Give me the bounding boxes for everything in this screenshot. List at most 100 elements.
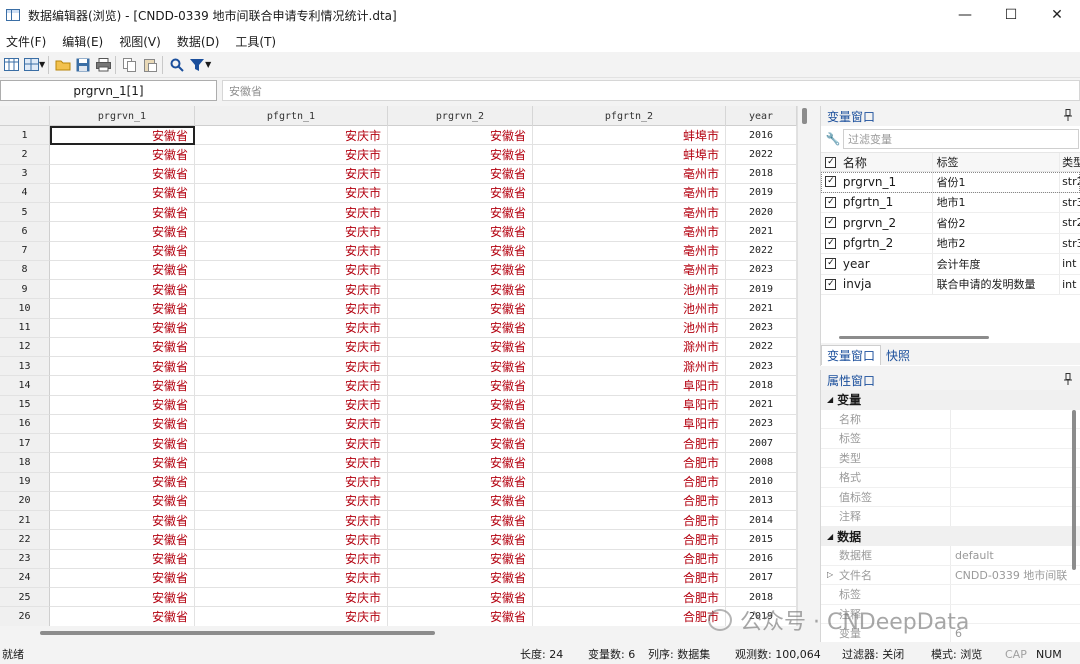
variables-horizontal-scrollbar[interactable] xyxy=(839,336,989,339)
column-header-pfgrtn_1[interactable]: pfgrtn_1 xyxy=(195,106,388,126)
row-number[interactable]: 10 xyxy=(0,299,50,319)
data-cell[interactable]: 亳州市 xyxy=(533,260,726,280)
data-cell[interactable]: 安徽省 xyxy=(388,549,533,569)
data-cell[interactable]: 安徽省 xyxy=(388,318,533,338)
data-cell[interactable]: 阜阳市 xyxy=(533,395,726,415)
data-cell[interactable]: 安徽省 xyxy=(50,472,195,492)
chevron-down-icon[interactable]: ▼ xyxy=(39,60,45,69)
data-cell[interactable]: 安庆市 xyxy=(195,568,388,588)
data-cell[interactable]: 安庆市 xyxy=(195,511,388,531)
row-number[interactable]: 21 xyxy=(0,511,50,531)
data-cell[interactable]: 2019 xyxy=(726,280,797,300)
pin-icon[interactable] xyxy=(1064,373,1072,388)
data-cell[interactable]: 安庆市 xyxy=(195,607,388,626)
data-cell[interactable]: 安庆市 xyxy=(195,126,388,146)
row-number[interactable]: 20 xyxy=(0,491,50,511)
data-cell[interactable]: 2020 xyxy=(726,203,797,223)
data-cell[interactable]: 安庆市 xyxy=(195,260,388,280)
data-cell[interactable]: 安庆市 xyxy=(195,145,388,165)
data-cell[interactable]: 安庆市 xyxy=(195,472,388,492)
data-cell[interactable]: 2022 xyxy=(726,337,797,357)
data-cell[interactable]: 安庆市 xyxy=(195,164,388,184)
row-number[interactable]: 13 xyxy=(0,357,50,377)
data-cell[interactable]: 安徽省 xyxy=(388,588,533,608)
data-cell[interactable]: 蚌埠市 xyxy=(533,126,726,146)
column-header-pfgrtn_2[interactable]: pfgrtn_2 xyxy=(533,106,726,126)
data-cell[interactable]: 安徽省 xyxy=(50,260,195,280)
data-cell[interactable]: 安徽省 xyxy=(50,183,195,203)
properties-scrollbar[interactable] xyxy=(1072,410,1076,570)
menu-view[interactable]: 视图(V) xyxy=(119,33,161,50)
property-row[interactable]: 标签 xyxy=(821,585,1080,605)
table-icon[interactable] xyxy=(2,56,20,74)
data-cell[interactable]: 安庆市 xyxy=(195,357,388,377)
tab-snapshots[interactable]: 快照 xyxy=(881,345,915,365)
column-header-prgrvn_2[interactable]: prgrvn_2 xyxy=(388,106,533,126)
row-number[interactable]: 25 xyxy=(0,588,50,608)
data-cell[interactable]: 2013 xyxy=(726,491,797,511)
menu-file[interactable]: 文件(F) xyxy=(6,33,46,50)
data-cell[interactable]: 安徽省 xyxy=(388,145,533,165)
row-number[interactable]: 15 xyxy=(0,395,50,415)
data-cell[interactable]: 安徽省 xyxy=(388,241,533,261)
data-cell[interactable]: 合肥市 xyxy=(533,472,726,492)
row-number[interactable]: 7 xyxy=(0,241,50,261)
data-cell[interactable]: 安徽省 xyxy=(388,568,533,588)
data-cell[interactable]: 安徽省 xyxy=(50,222,195,242)
data-cell[interactable]: 合肥市 xyxy=(533,434,726,454)
data-cell[interactable]: 安徽省 xyxy=(388,260,533,280)
data-cell[interactable]: 合肥市 xyxy=(533,491,726,511)
print-icon[interactable] xyxy=(94,56,112,74)
cell-value-input[interactable]: 安徽省 xyxy=(222,80,1080,101)
variable-checkbox[interactable]: ✓ xyxy=(825,237,837,249)
data-cell[interactable]: 2021 xyxy=(726,222,797,242)
expand-triangle-icon[interactable]: ▷ xyxy=(827,570,833,579)
collapse-triangle-icon[interactable]: ◢ xyxy=(827,532,833,541)
data-cell[interactable]: 安庆市 xyxy=(195,414,388,434)
data-cell[interactable]: 安徽省 xyxy=(50,164,195,184)
filter-icon[interactable] xyxy=(188,56,206,74)
open-folder-icon[interactable] xyxy=(54,56,72,74)
scrollbar-thumb[interactable] xyxy=(802,108,807,124)
data-cell[interactable]: 2016 xyxy=(726,549,797,569)
data-cell[interactable]: 安徽省 xyxy=(50,357,195,377)
data-cell[interactable]: 亳州市 xyxy=(533,241,726,261)
row-number[interactable]: 24 xyxy=(0,568,50,588)
data-cell[interactable]: 安徽省 xyxy=(388,530,533,550)
variable-checkbox[interactable]: ✓ xyxy=(825,176,837,188)
data-cell[interactable]: 安庆市 xyxy=(195,280,388,300)
row-number[interactable]: 22 xyxy=(0,530,50,550)
data-cell[interactable]: 亳州市 xyxy=(533,203,726,223)
data-cell[interactable]: 安徽省 xyxy=(50,203,195,223)
data-cell[interactable]: 安庆市 xyxy=(195,222,388,242)
search-icon[interactable] xyxy=(168,56,186,74)
data-cell[interactable]: 安庆市 xyxy=(195,337,388,357)
data-cell[interactable]: 安徽省 xyxy=(388,183,533,203)
data-cell[interactable]: 2022 xyxy=(726,145,797,165)
row-number[interactable]: 16 xyxy=(0,414,50,434)
data-cell[interactable]: 安徽省 xyxy=(388,126,533,146)
data-cell[interactable]: 安庆市 xyxy=(195,241,388,261)
cell-reference-box[interactable]: prgrvn_1[1] xyxy=(0,80,217,101)
data-cell[interactable]: 安徽省 xyxy=(50,414,195,434)
data-cell[interactable]: 安徽省 xyxy=(388,395,533,415)
data-cell[interactable]: 2019 xyxy=(726,183,797,203)
row-number[interactable]: 23 xyxy=(0,549,50,569)
data-cell[interactable]: 阜阳市 xyxy=(533,376,726,396)
data-cell[interactable]: 2007 xyxy=(726,434,797,454)
data-cell[interactable]: 安徽省 xyxy=(388,472,533,492)
data-cell[interactable]: 2023 xyxy=(726,357,797,377)
data-cell[interactable]: 合肥市 xyxy=(533,568,726,588)
property-row[interactable]: 格式 xyxy=(821,468,1080,488)
data-cell[interactable]: 安庆市 xyxy=(195,549,388,569)
property-row[interactable]: 注释 xyxy=(821,507,1080,527)
data-cell[interactable]: 安徽省 xyxy=(388,203,533,223)
data-cell[interactable]: 2014 xyxy=(726,511,797,531)
column-header-year[interactable]: year xyxy=(726,106,797,126)
row-number[interactable]: 5 xyxy=(0,203,50,223)
row-number[interactable]: 6 xyxy=(0,222,50,242)
menu-edit[interactable]: 编辑(E) xyxy=(62,33,103,50)
data-cell[interactable]: 安徽省 xyxy=(388,607,533,626)
property-value[interactable]: default xyxy=(951,549,1071,562)
row-number[interactable]: 1 xyxy=(0,126,50,146)
